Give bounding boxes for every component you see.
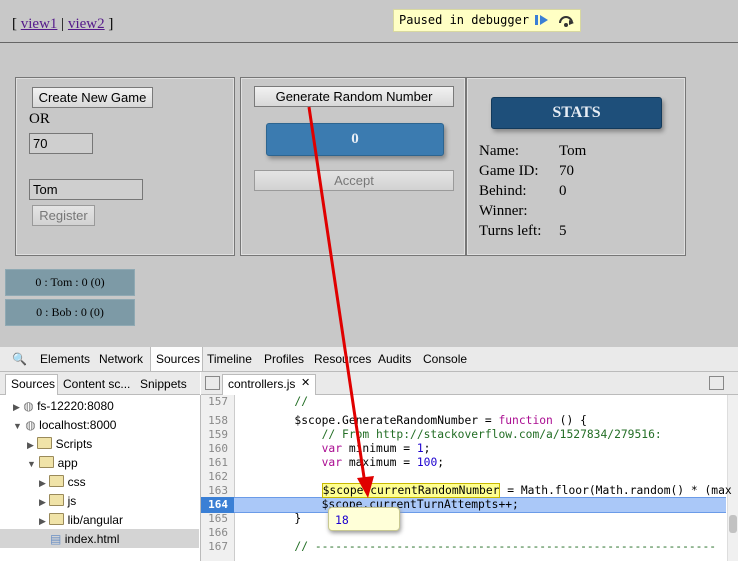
tree-item-css[interactable]: ▶ css [39, 475, 86, 489]
devtools-tab-bar: 🔍 Elements Network Sources Timeline Prof… [0, 347, 738, 372]
code-line-167: // -------------------------------------… [240, 540, 717, 553]
accept-button[interactable]: Accept [254, 170, 454, 191]
view1-link[interactable]: view1 [21, 16, 58, 32]
code-line-161: var maximum = 100; [321, 456, 445, 469]
folder-icon [49, 494, 65, 506]
globe-icon: ◍ [25, 418, 36, 432]
score-row-tom: 0 : Tom : 0 (0) [5, 269, 135, 296]
line-number-163: 163 [208, 484, 228, 497]
editor-tab-bar: controllers.js ✕ [201, 372, 738, 395]
stat-behind-value: 0 [559, 183, 567, 199]
nav-separator: | [61, 16, 65, 32]
editor-scrollbar[interactable] [727, 395, 738, 561]
folder-icon [39, 456, 55, 468]
toggle-navigator-icon[interactable] [205, 376, 220, 390]
stat-behind-label: Behind: [479, 183, 527, 199]
tab-console[interactable]: Console [423, 352, 467, 366]
folder-icon [49, 475, 65, 487]
stat-turns-left-label: Turns left: [479, 223, 542, 239]
scrollbar-thumb[interactable] [729, 515, 737, 533]
code-line-165: } [240, 512, 302, 525]
resume-button[interactable] [533, 12, 551, 28]
tab-profiles[interactable]: Profiles [264, 352, 304, 366]
search-icon[interactable]: 🔍 [12, 352, 27, 366]
tree-item-fs-host[interactable]: ▶ ◍ fs-12220:8080 [13, 399, 114, 413]
score-row-bob: 0 : Bob : 0 (0) [5, 299, 135, 326]
tab-audits[interactable]: Audits [378, 352, 411, 366]
line-number-167: 167 [208, 540, 228, 553]
hovered-expression[interactable]: $scope.currentRandomNumber [321, 483, 501, 498]
toggle-debugger-icon[interactable] [709, 376, 724, 390]
nav-tab-snippets[interactable]: Snippets [140, 377, 187, 391]
globe-icon: ◍ [23, 399, 34, 413]
source-tree: ▶ ◍ fs-12220:8080 ▼ ◍ localhost:8000 ▶ S… [0, 395, 201, 561]
register-button[interactable]: Register [32, 205, 95, 226]
folder-icon [49, 513, 65, 525]
create-new-game-button[interactable]: Create New Game [32, 87, 153, 108]
view-nav: [ view1 | view2 ] [12, 16, 113, 33]
line-number-161: 161 [208, 456, 228, 469]
stat-name-label: Name: [479, 143, 519, 159]
player-name-input[interactable]: Tom [29, 179, 143, 200]
file-icon: ▤ [50, 532, 62, 546]
line-number-164: 164 [208, 498, 228, 511]
code-line-158: $scope.GenerateRandomNumber = function (… [240, 414, 587, 427]
close-icon[interactable]: ✕ [301, 376, 310, 389]
stat-winner-label: Winner: [479, 203, 528, 219]
line-number-166: 166 [208, 526, 228, 539]
tab-sources[interactable]: Sources [156, 352, 200, 366]
code-line-160: var minimum = 1; [321, 442, 431, 455]
random-number-display: 0 [266, 123, 444, 156]
or-label: OR [29, 111, 50, 127]
code-line-163: $scope.currentRandomNumber = Math.floor(… [321, 483, 732, 498]
tree-item-index-html[interactable]: ▤ index.html [50, 532, 119, 546]
stat-turns-left-value: 5 [559, 223, 567, 239]
line-number-158: 158 [208, 414, 228, 427]
tab-network[interactable]: Network [99, 352, 143, 366]
file-tab-controllers[interactable]: controllers.js [228, 377, 295, 391]
navigator-tab-bar: Sources Content sc... Snippets [0, 372, 200, 395]
line-number-165: 165 [208, 512, 228, 525]
stat-game-id-value: 70 [559, 163, 574, 179]
code-line-159: // From http://stackoverflow.com/a/15278… [240, 428, 662, 441]
code-line-157: // [240, 395, 309, 408]
nav-close-bracket: ] [108, 16, 114, 32]
line-number-160: 160 [208, 442, 228, 455]
tab-elements[interactable]: Elements [40, 352, 90, 366]
tab-resources[interactable]: Resources [314, 352, 371, 366]
paused-label: Paused in debugger [399, 13, 530, 27]
tree-item-lib-angular[interactable]: ▶ lib/angular [39, 513, 123, 527]
folder-icon [37, 437, 53, 449]
view2-link[interactable]: view2 [68, 16, 105, 32]
nav-tab-content-scripts[interactable]: Content sc... [63, 377, 130, 391]
nav-divider [0, 42, 738, 43]
line-number-162: 162 [208, 470, 228, 483]
nav-tab-sources[interactable]: Sources [11, 377, 55, 391]
stat-game-id-label: Game ID: [479, 163, 539, 179]
resume-icon [535, 15, 548, 25]
devtools-panel: 🔍 Elements Network Sources Timeline Prof… [0, 347, 738, 561]
game-id-input[interactable]: 70 [29, 133, 93, 154]
stats-button[interactable]: STATS [491, 97, 662, 129]
hover-value-popover: 18 [328, 507, 400, 531]
tree-item-js[interactable]: ▶ js [39, 494, 76, 508]
tab-timeline[interactable]: Timeline [207, 352, 252, 366]
tree-item-app[interactable]: ▼ app [27, 456, 78, 470]
nav-open-bracket: [ [12, 16, 17, 32]
step-over-button[interactable] [557, 12, 575, 28]
line-number-157: 157 [208, 395, 228, 408]
tree-item-localhost[interactable]: ▼ ◍ localhost:8000 [13, 418, 116, 432]
line-number-159: 159 [208, 428, 228, 441]
paused-in-debugger-banner: Paused in debugger [393, 9, 581, 32]
stat-name-value: Tom [559, 143, 587, 159]
step-over-icon [559, 16, 574, 27]
generate-random-number-button[interactable]: Generate Random Number [254, 86, 454, 107]
tree-item-scripts[interactable]: ▶ Scripts [27, 437, 92, 451]
